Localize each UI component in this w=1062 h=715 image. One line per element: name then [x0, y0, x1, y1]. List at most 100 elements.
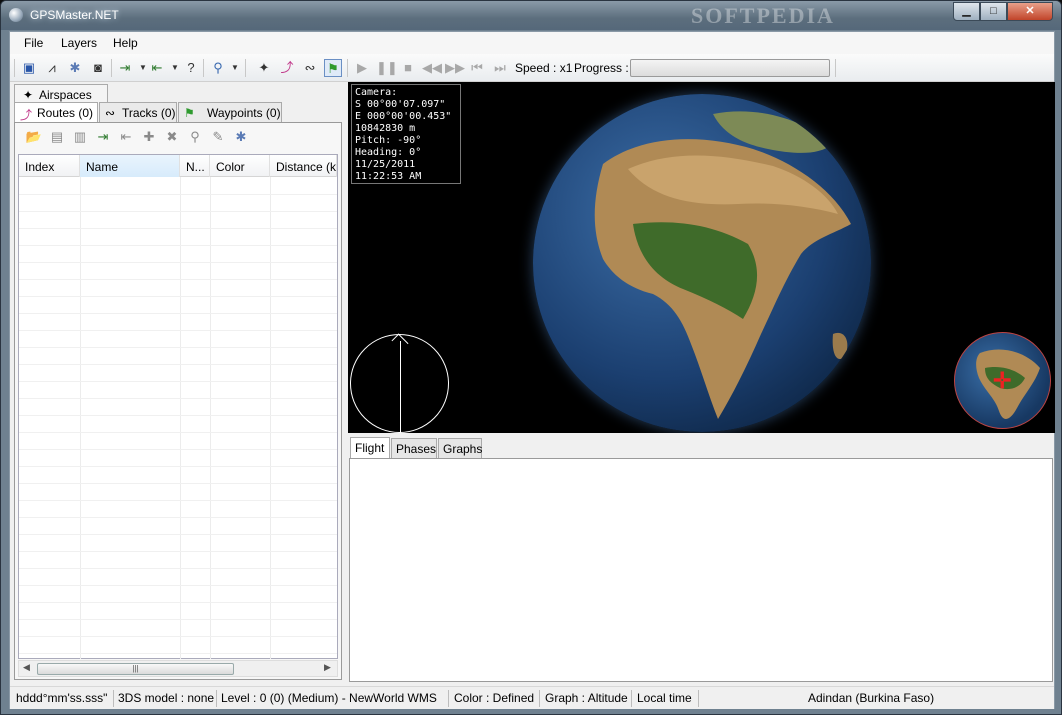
open-folder-icon[interactable]: 📂 — [25, 128, 43, 146]
tab-waypoints[interactable]: ⚑ Waypoints (0) — [178, 102, 282, 122]
table-row-line — [19, 347, 337, 348]
table-row-line — [19, 194, 337, 195]
column-header-name[interactable]: Name ▲ — [80, 155, 180, 177]
import-icon[interactable]: ⇥ — [116, 59, 134, 77]
tab-tracks[interactable]: ∾ Tracks (0) — [99, 102, 177, 122]
overview-minimap[interactable]: ✛ — [954, 332, 1051, 429]
track-icon[interactable]: ∾ — [301, 59, 319, 77]
column-header-distance[interactable]: Distance (km — [270, 155, 337, 177]
table-row-line — [19, 619, 337, 620]
column-header-index[interactable]: Index — [19, 155, 80, 177]
table-row-line — [19, 449, 337, 450]
client-area: File Layers Help ▣ ⩘ ✱ ◙ ⇥ ▼ ⇤ ▼ ? ⚲ ▼ ✦… — [9, 31, 1055, 709]
tab-flight[interactable]: Flight — [350, 437, 390, 458]
camera-latitude: S 00°00'07.097" — [355, 99, 446, 110]
tab-tracks-label: Tracks (0) — [122, 106, 176, 120]
rewind-icon[interactable]: ◀◀ — [422, 59, 442, 77]
tab-phases[interactable]: Phases — [391, 438, 437, 458]
fast-forward-icon[interactable]: ▶▶ — [445, 59, 465, 77]
crosshair-icon: ✛ — [993, 368, 1012, 393]
horizontal-scrollbar[interactable]: ◀ ||| ▶ — [18, 660, 338, 677]
stop-icon[interactable]: ■ — [399, 59, 417, 77]
table-row-line — [19, 432, 337, 433]
minimize-button[interactable]: ▁ — [953, 2, 980, 21]
route-icon[interactable]: ⤴ — [278, 59, 296, 77]
close-button[interactable]: ✕ — [1007, 2, 1053, 21]
column-header-color[interactable]: Color — [210, 155, 270, 177]
pause-icon[interactable]: ❚❚ — [376, 59, 398, 77]
menu-help[interactable]: Help — [113, 36, 138, 50]
progress-bar — [630, 59, 830, 77]
skip-back-icon[interactable]: ⏮ — [468, 59, 486, 77]
save-icon[interactable]: ▤ — [48, 128, 66, 146]
status-datum: Adindan (Burkina Faso) — [808, 691, 935, 705]
status-level: Level : 0 (0) (Medium) - NewWorld WMS — [221, 691, 437, 705]
globe-view[interactable]: Camera: S 00°00'07.097" E 000°00'00.453"… — [348, 82, 1055, 433]
table-row-line — [19, 211, 337, 212]
routes-panel: 📂 ▤ ▥ ⇥ ⇤ ✚ ✖ ⚲ ✎ ✱ Index Name ▲ N... — [14, 122, 342, 680]
settings-icon[interactable]: ✱ — [66, 59, 84, 77]
column-header-n[interactable]: N... — [180, 155, 210, 177]
device-help-icon[interactable]: ? — [182, 59, 200, 77]
table-header: Index Name ▲ N... Color Distance (km — [19, 155, 337, 177]
camera-header: Camera: — [355, 87, 398, 98]
table-row-line — [19, 551, 337, 552]
toolbar-grip — [14, 59, 15, 77]
export-icon[interactable]: ⇤ — [148, 59, 166, 77]
camera-altitude: 10842830 m — [355, 123, 416, 134]
settings-icon[interactable]: ✱ — [232, 128, 250, 146]
scrollbar-thumb[interactable]: ||| — [37, 663, 234, 675]
status-color: Color : Defined — [454, 691, 535, 705]
table-row-line — [19, 228, 337, 229]
status-model: 3DS model : none — [118, 691, 215, 705]
view-icon[interactable]: ▣ — [20, 59, 38, 77]
route-icon: ⤴ — [20, 108, 33, 122]
menu-bar: File Layers Help — [10, 32, 1054, 54]
camera-pitch: Pitch: -90° — [355, 135, 422, 146]
column-header-name-label: Name — [86, 160, 119, 174]
zoom-icon[interactable]: ⚲ — [209, 59, 227, 77]
main-toolbar: ▣ ⩘ ✱ ◙ ⇥ ▼ ⇤ ▼ ? ⚲ ▼ ✦ ⤴ ∾ ⚑ ▶ ❚❚ ■ ◀◀ … — [10, 54, 1054, 82]
tab-waypoints-label: Waypoints (0) — [207, 106, 281, 120]
table-row-line — [19, 500, 337, 501]
table-row-line — [19, 381, 337, 382]
airspace-icon[interactable]: ✦ — [255, 59, 273, 77]
routes-toolbar: 📂 ▤ ▥ ⇥ ⇤ ✚ ✖ ⚲ ✎ ✱ — [15, 123, 341, 151]
watermark: SOFTPEDIA — [691, 3, 835, 28]
camera-longitude: E 000°00'00.453" — [355, 111, 452, 122]
skip-forward-icon[interactable]: ⏭ — [491, 59, 509, 77]
tab-routes[interactable]: ⤴ Routes (0) — [14, 102, 98, 123]
scroll-left-icon[interactable]: ◀ — [23, 662, 30, 673]
table-row-line — [19, 483, 337, 484]
table-row-line — [19, 585, 337, 586]
add-icon[interactable]: ✚ — [140, 128, 158, 146]
play-icon[interactable]: ▶ — [353, 59, 371, 77]
status-time-mode: Local time — [637, 691, 692, 705]
waypoint-flag-icon[interactable]: ⚑ — [324, 59, 342, 77]
edit-icon[interactable]: ✎ — [209, 128, 227, 146]
table-row-line — [19, 653, 337, 654]
tab-graphs[interactable]: Graphs — [438, 438, 482, 458]
chart-icon[interactable]: ⩘ — [43, 59, 61, 77]
compass-needle — [400, 341, 401, 433]
menu-layers[interactable]: Layers — [61, 36, 97, 50]
table-row-line — [19, 534, 337, 535]
track-icon: ∾ — [105, 106, 116, 120]
camera-icon[interactable]: ◙ — [89, 59, 107, 77]
earth-globe[interactable] — [533, 94, 871, 432]
delete-icon[interactable]: ✖ — [163, 128, 181, 146]
continents — [594, 111, 851, 419]
zoom-icon[interactable]: ⚲ — [186, 128, 204, 146]
menu-file[interactable]: File — [24, 36, 43, 50]
waypoint-flag-icon: ⚑ — [184, 106, 195, 120]
tab-airspaces[interactable]: ✦ Airspaces (0) — [14, 84, 108, 116]
export-icon[interactable]: ⇤ — [117, 128, 135, 146]
save-all-icon[interactable]: ▥ — [71, 128, 89, 146]
zoom-dropdown-icon[interactable]: ▼ — [226, 59, 244, 77]
import-icon[interactable]: ⇥ — [94, 128, 112, 146]
maximize-button[interactable]: □ — [980, 2, 1007, 21]
title-bar[interactable]: GPSMaster.NET SOFTPEDIA ▁ □ ✕ — [1, 1, 1061, 30]
scroll-right-icon[interactable]: ▶ — [324, 662, 331, 673]
table-row-line — [19, 415, 337, 416]
compass-north-arrow-icon — [391, 333, 409, 351]
